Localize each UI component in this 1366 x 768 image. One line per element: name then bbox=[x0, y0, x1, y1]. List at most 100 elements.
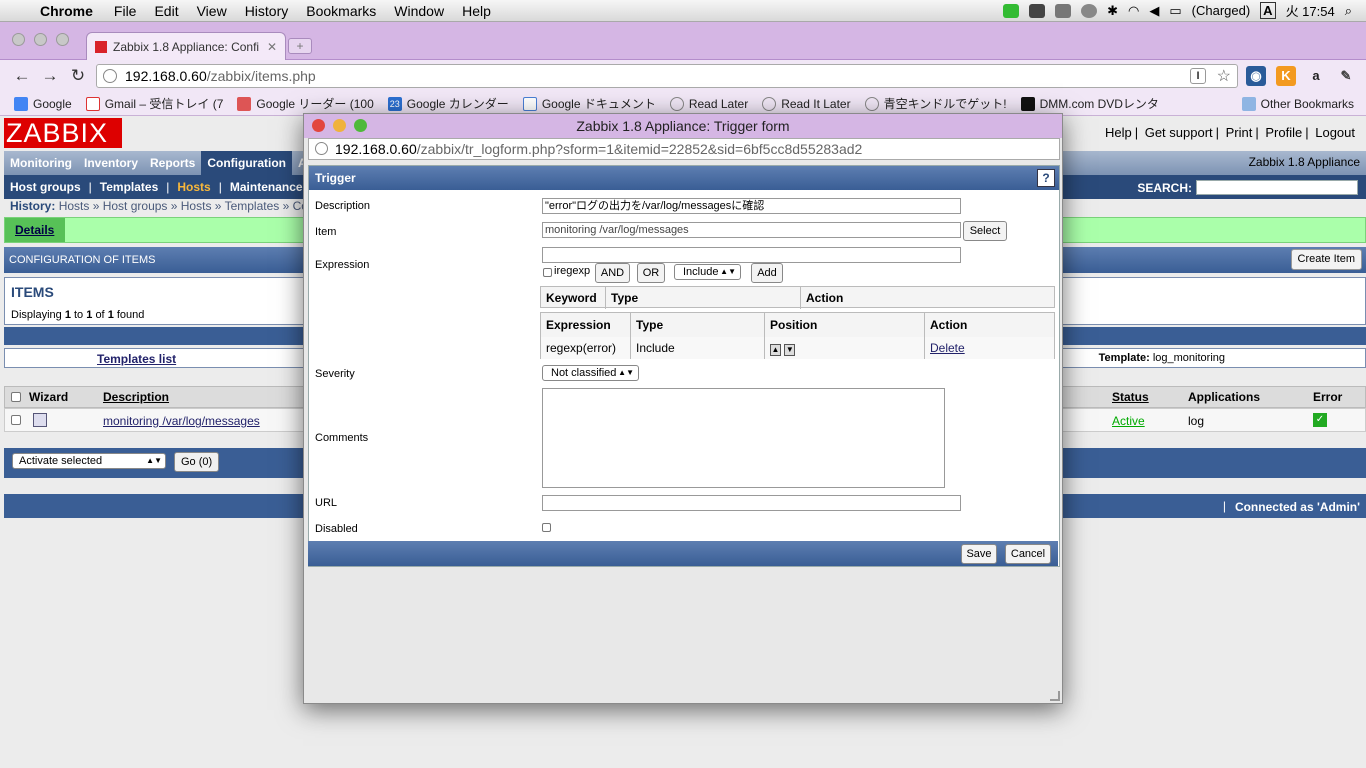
help-icon[interactable]: ? bbox=[1037, 169, 1055, 187]
col-description[interactable]: Description bbox=[103, 390, 169, 404]
instapaper-icon[interactable]: I bbox=[1190, 68, 1206, 84]
search-input[interactable] bbox=[1196, 180, 1358, 195]
item-status-link[interactable]: Active bbox=[1112, 414, 1145, 428]
description-input[interactable]: "error"ログの出力を/var/log/messagesに確認 bbox=[542, 198, 961, 214]
menu-inventory[interactable]: Inventory bbox=[78, 151, 144, 175]
menu-window[interactable]: Window bbox=[385, 3, 453, 19]
back-button[interactable]: ← bbox=[8, 66, 36, 86]
wizard-icon[interactable] bbox=[33, 413, 47, 427]
address-bar[interactable]: 192.168.0.60/zabbix/items.php ☆ bbox=[96, 64, 1238, 88]
bookmark-google-reader[interactable]: Google リーダー (100 bbox=[237, 95, 374, 112]
input-method[interactable]: A bbox=[1260, 2, 1276, 19]
popup-close-button[interactable] bbox=[312, 119, 325, 132]
move-down-icon[interactable]: ▼ bbox=[784, 344, 796, 356]
bookmark-aozora[interactable]: 青空キンドルでゲット! bbox=[864, 95, 1007, 112]
add-button[interactable]: Add bbox=[751, 263, 783, 283]
get-support-link[interactable]: Get support bbox=[1145, 125, 1213, 140]
forward-button[interactable]: → bbox=[36, 66, 64, 86]
bookmark-read-it-later[interactable]: Read It Later bbox=[762, 96, 851, 111]
go-button[interactable]: Go (0) bbox=[174, 452, 220, 472]
cancel-button[interactable]: Cancel bbox=[1005, 544, 1051, 564]
and-button[interactable]: AND bbox=[595, 263, 630, 283]
other-bookmarks[interactable]: Other Bookmarks bbox=[1241, 96, 1354, 111]
spotlight-icon[interactable]: ⌕ bbox=[1345, 3, 1352, 19]
bookmark-dmm[interactable]: DMM.com DVDレンタ bbox=[1020, 95, 1159, 112]
bookmark-google-docs[interactable]: Google ドキュメント bbox=[522, 95, 656, 112]
help-link[interactable]: Help bbox=[1105, 125, 1132, 140]
tab-close-icon[interactable]: ✕ bbox=[267, 40, 277, 54]
expression-input[interactable] bbox=[542, 247, 961, 263]
battery-status[interactable]: (Charged) bbox=[1192, 3, 1251, 18]
item-description-link[interactable]: monitoring /var/log/messages bbox=[103, 414, 260, 428]
menu-reports[interactable]: Reports bbox=[144, 151, 201, 175]
disabled-checkbox[interactable] bbox=[542, 523, 551, 532]
bookmark-read-later[interactable]: Read Later bbox=[669, 96, 748, 111]
battery-icon[interactable]: ▭ bbox=[1169, 3, 1181, 19]
menu-help[interactable]: Help bbox=[453, 3, 500, 19]
tab-zabbix[interactable]: Zabbix 1.8 Appliance: Confi ✕ bbox=[86, 32, 286, 60]
bookmark-google[interactable]: Google bbox=[14, 96, 72, 111]
window-minimize-button[interactable] bbox=[34, 33, 47, 46]
window-close-button[interactable] bbox=[12, 33, 25, 46]
menu-configuration[interactable]: Configuration bbox=[201, 151, 292, 175]
templates-list-link[interactable]: Templates list bbox=[97, 352, 176, 366]
severity-select[interactable]: Not classified ▲▼ bbox=[542, 365, 639, 381]
new-tab-button[interactable]: + bbox=[288, 38, 312, 54]
time-machine-icon[interactable] bbox=[1081, 3, 1098, 18]
menu-edit[interactable]: Edit bbox=[145, 3, 187, 19]
wifi-icon[interactable]: ◠ bbox=[1128, 3, 1139, 19]
col-status[interactable]: Status bbox=[1112, 390, 1149, 404]
zabbix-logo[interactable]: ZABBIX bbox=[4, 118, 122, 148]
menu-file[interactable]: File bbox=[105, 3, 146, 19]
menu-view[interactable]: View bbox=[188, 3, 236, 19]
move-up-icon[interactable]: ▲ bbox=[770, 344, 781, 356]
popup-minimize-button[interactable] bbox=[333, 119, 346, 132]
popup-zoom-button[interactable] bbox=[354, 119, 367, 132]
action-select[interactable]: Activate selected ▲▼ bbox=[12, 453, 166, 469]
profile-link[interactable]: Profile bbox=[1265, 125, 1302, 140]
bluetooth-icon[interactable]: ✱ bbox=[1107, 3, 1118, 19]
comments-textarea[interactable] bbox=[542, 388, 945, 488]
klout-icon[interactable]: K bbox=[1276, 66, 1296, 86]
wrench-icon[interactable]: ✎ bbox=[1336, 66, 1356, 86]
resize-grip-icon[interactable] bbox=[1050, 691, 1060, 701]
reload-button[interactable]: ↻ bbox=[64, 66, 92, 86]
amazon-icon[interactable]: a bbox=[1306, 66, 1326, 86]
extension-blue-icon[interactable]: ◉ bbox=[1246, 66, 1266, 86]
logout-link[interactable]: Logout bbox=[1315, 125, 1355, 140]
details-tab[interactable]: Details bbox=[5, 218, 65, 242]
volume-icon[interactable]: ◀ bbox=[1149, 3, 1159, 19]
history-item[interactable]: Hosts bbox=[59, 199, 90, 213]
create-item-button[interactable]: Create Item bbox=[1290, 249, 1362, 270]
select-all-checkbox[interactable] bbox=[11, 392, 21, 402]
item-input[interactable]: monitoring /var/log/messages bbox=[542, 222, 961, 238]
history-item[interactable]: Host groups bbox=[103, 199, 168, 213]
submenu-hosts[interactable]: Hosts bbox=[177, 180, 210, 194]
history-item[interactable]: Templates bbox=[225, 199, 280, 213]
print-link[interactable]: Print bbox=[1226, 125, 1253, 140]
iregexp-checkbox[interactable] bbox=[543, 268, 552, 277]
window-zoom-button[interactable] bbox=[56, 33, 69, 46]
submenu-host-groups[interactable]: Host groups bbox=[10, 180, 81, 194]
delete-link[interactable]: Delete bbox=[925, 337, 1054, 359]
row-checkbox[interactable] bbox=[11, 415, 21, 425]
bookmark-star-icon[interactable]: ☆ bbox=[1217, 66, 1231, 86]
bookmark-google-calendar[interactable]: 23 Google カレンダー bbox=[387, 95, 509, 112]
bookmark-gmail[interactable]: Gmail – 受信トレイ (7 bbox=[85, 95, 223, 112]
url-input[interactable] bbox=[542, 495, 961, 511]
submenu-maintenance[interactable]: Maintenance bbox=[230, 180, 303, 194]
evernote-icon[interactable] bbox=[1029, 3, 1046, 18]
menu-app-chrome[interactable]: Chrome bbox=[34, 3, 105, 19]
history-item[interactable]: Hosts bbox=[181, 199, 212, 213]
save-button[interactable]: Save bbox=[961, 544, 997, 564]
popup-address-bar[interactable]: 192.168.0.60/zabbix/tr_logform.php?sform… bbox=[308, 138, 1060, 160]
menu-history[interactable]: History bbox=[236, 3, 298, 19]
menu-bookmarks[interactable]: Bookmarks bbox=[297, 3, 385, 19]
menu-monitoring[interactable]: Monitoring bbox=[4, 151, 78, 175]
select-item-button[interactable]: Select bbox=[963, 221, 1007, 241]
submenu-templates[interactable]: Templates bbox=[100, 180, 158, 194]
clock[interactable]: 火 17:54 bbox=[1286, 1, 1335, 20]
display-icon[interactable] bbox=[1055, 3, 1072, 18]
growl-icon[interactable] bbox=[1003, 3, 1020, 18]
or-button[interactable]: OR bbox=[637, 263, 665, 283]
